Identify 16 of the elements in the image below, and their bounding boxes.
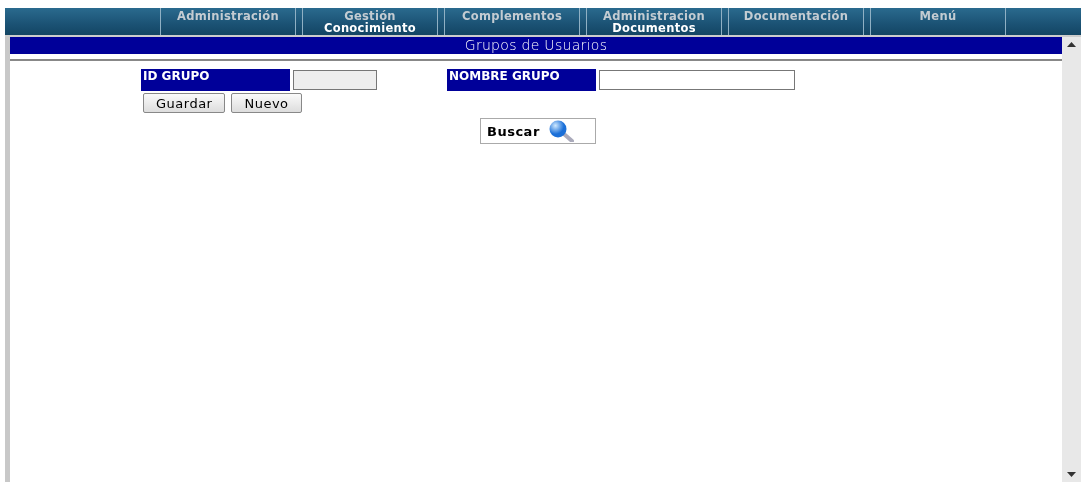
menu-tab[interactable]: Menú [870,8,1006,35]
menu-tab[interactable]: Administración [160,8,296,35]
form-button[interactable]: Nuevo [231,93,302,113]
menu-tab[interactable]: Complementos [444,8,580,35]
menu-tab[interactable]: Administracion Documentos [586,8,722,35]
menu-tab[interactable]: Documentación [728,8,864,35]
form-button[interactable]: Guardar [143,93,226,113]
field-label: ID GRUPO [141,69,290,91]
magnifier-icon [547,120,574,142]
search-button[interactable]: Buscar [480,118,596,144]
scroll-down-icon[interactable] [1067,472,1076,477]
menu-tab[interactable]: Gestión Conocimiento [302,8,438,35]
scroll-up-icon[interactable] [1067,42,1076,47]
field-label: NOMBRE GRUPO [447,69,596,91]
text-field[interactable] [599,70,795,90]
page-title: Grupos de Usuarios [10,37,1062,54]
